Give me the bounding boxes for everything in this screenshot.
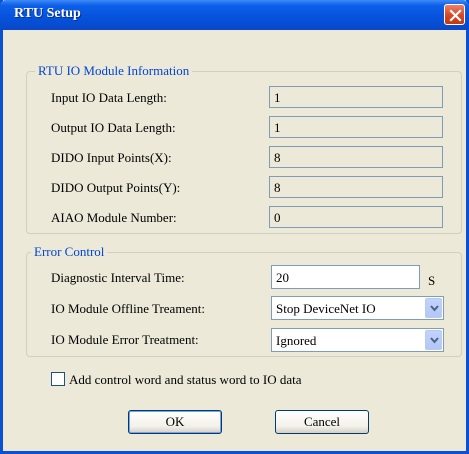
- close-button[interactable]: [444, 4, 465, 25]
- dido-output-points-field: 8: [269, 176, 443, 198]
- chevron-down-icon: [430, 305, 439, 312]
- input-io-length-label: Input IO Data Length:: [51, 90, 167, 105]
- diagnostic-interval-input[interactable]: 20: [271, 265, 420, 289]
- error-control-legend: Error Control: [31, 244, 108, 260]
- offline-treatment-label: IO Module Offline Treament:: [51, 301, 205, 316]
- ok-button[interactable]: OK: [128, 410, 222, 434]
- aiao-module-number-field: 0: [269, 206, 443, 228]
- diagnostic-interval-label: Diagnostic Interval Time:: [51, 270, 185, 285]
- error-treatment-label: IO Module Error Treatment:: [51, 332, 199, 347]
- dido-input-points-field: 8: [269, 146, 443, 168]
- offline-treatment-dropdown-button[interactable]: [425, 298, 442, 318]
- diagnostic-interval-unit: S: [428, 273, 436, 288]
- control-status-word-checkbox[interactable]: [51, 372, 65, 386]
- dido-output-points-label: DIDO Output Points(Y):: [51, 180, 181, 195]
- error-treatment-dropdown-button[interactable]: [425, 330, 442, 350]
- dido-input-points-label: DIDO Input Points(X):: [51, 150, 172, 165]
- window-title: RTU Setup: [14, 6, 81, 21]
- output-io-length-field: 1: [269, 116, 443, 138]
- output-io-length-label: Output IO Data Length:: [51, 120, 176, 135]
- io-module-info-legend: RTU IO Module Information: [35, 63, 193, 79]
- error-treatment-select[interactable]: Ignored: [271, 328, 444, 352]
- close-icon: [449, 9, 462, 22]
- aiao-module-number-label: AIAO Module Number:: [51, 210, 177, 225]
- offline-treatment-select[interactable]: Stop DeviceNet IO: [271, 296, 444, 320]
- input-io-length-field: 1: [269, 86, 443, 108]
- control-status-word-label[interactable]: Add control word and status word to IO d…: [69, 372, 302, 388]
- offline-treatment-value: Stop DeviceNet IO: [276, 301, 376, 316]
- title-bar[interactable]: RTU Setup: [0, 0, 469, 30]
- chevron-down-icon: [430, 337, 439, 344]
- error-treatment-value: Ignored: [276, 333, 317, 348]
- cancel-button[interactable]: Cancel: [275, 410, 369, 434]
- rtu-setup-dialog: RTU Setup RTU IO Module Information Inpu…: [0, 0, 469, 454]
